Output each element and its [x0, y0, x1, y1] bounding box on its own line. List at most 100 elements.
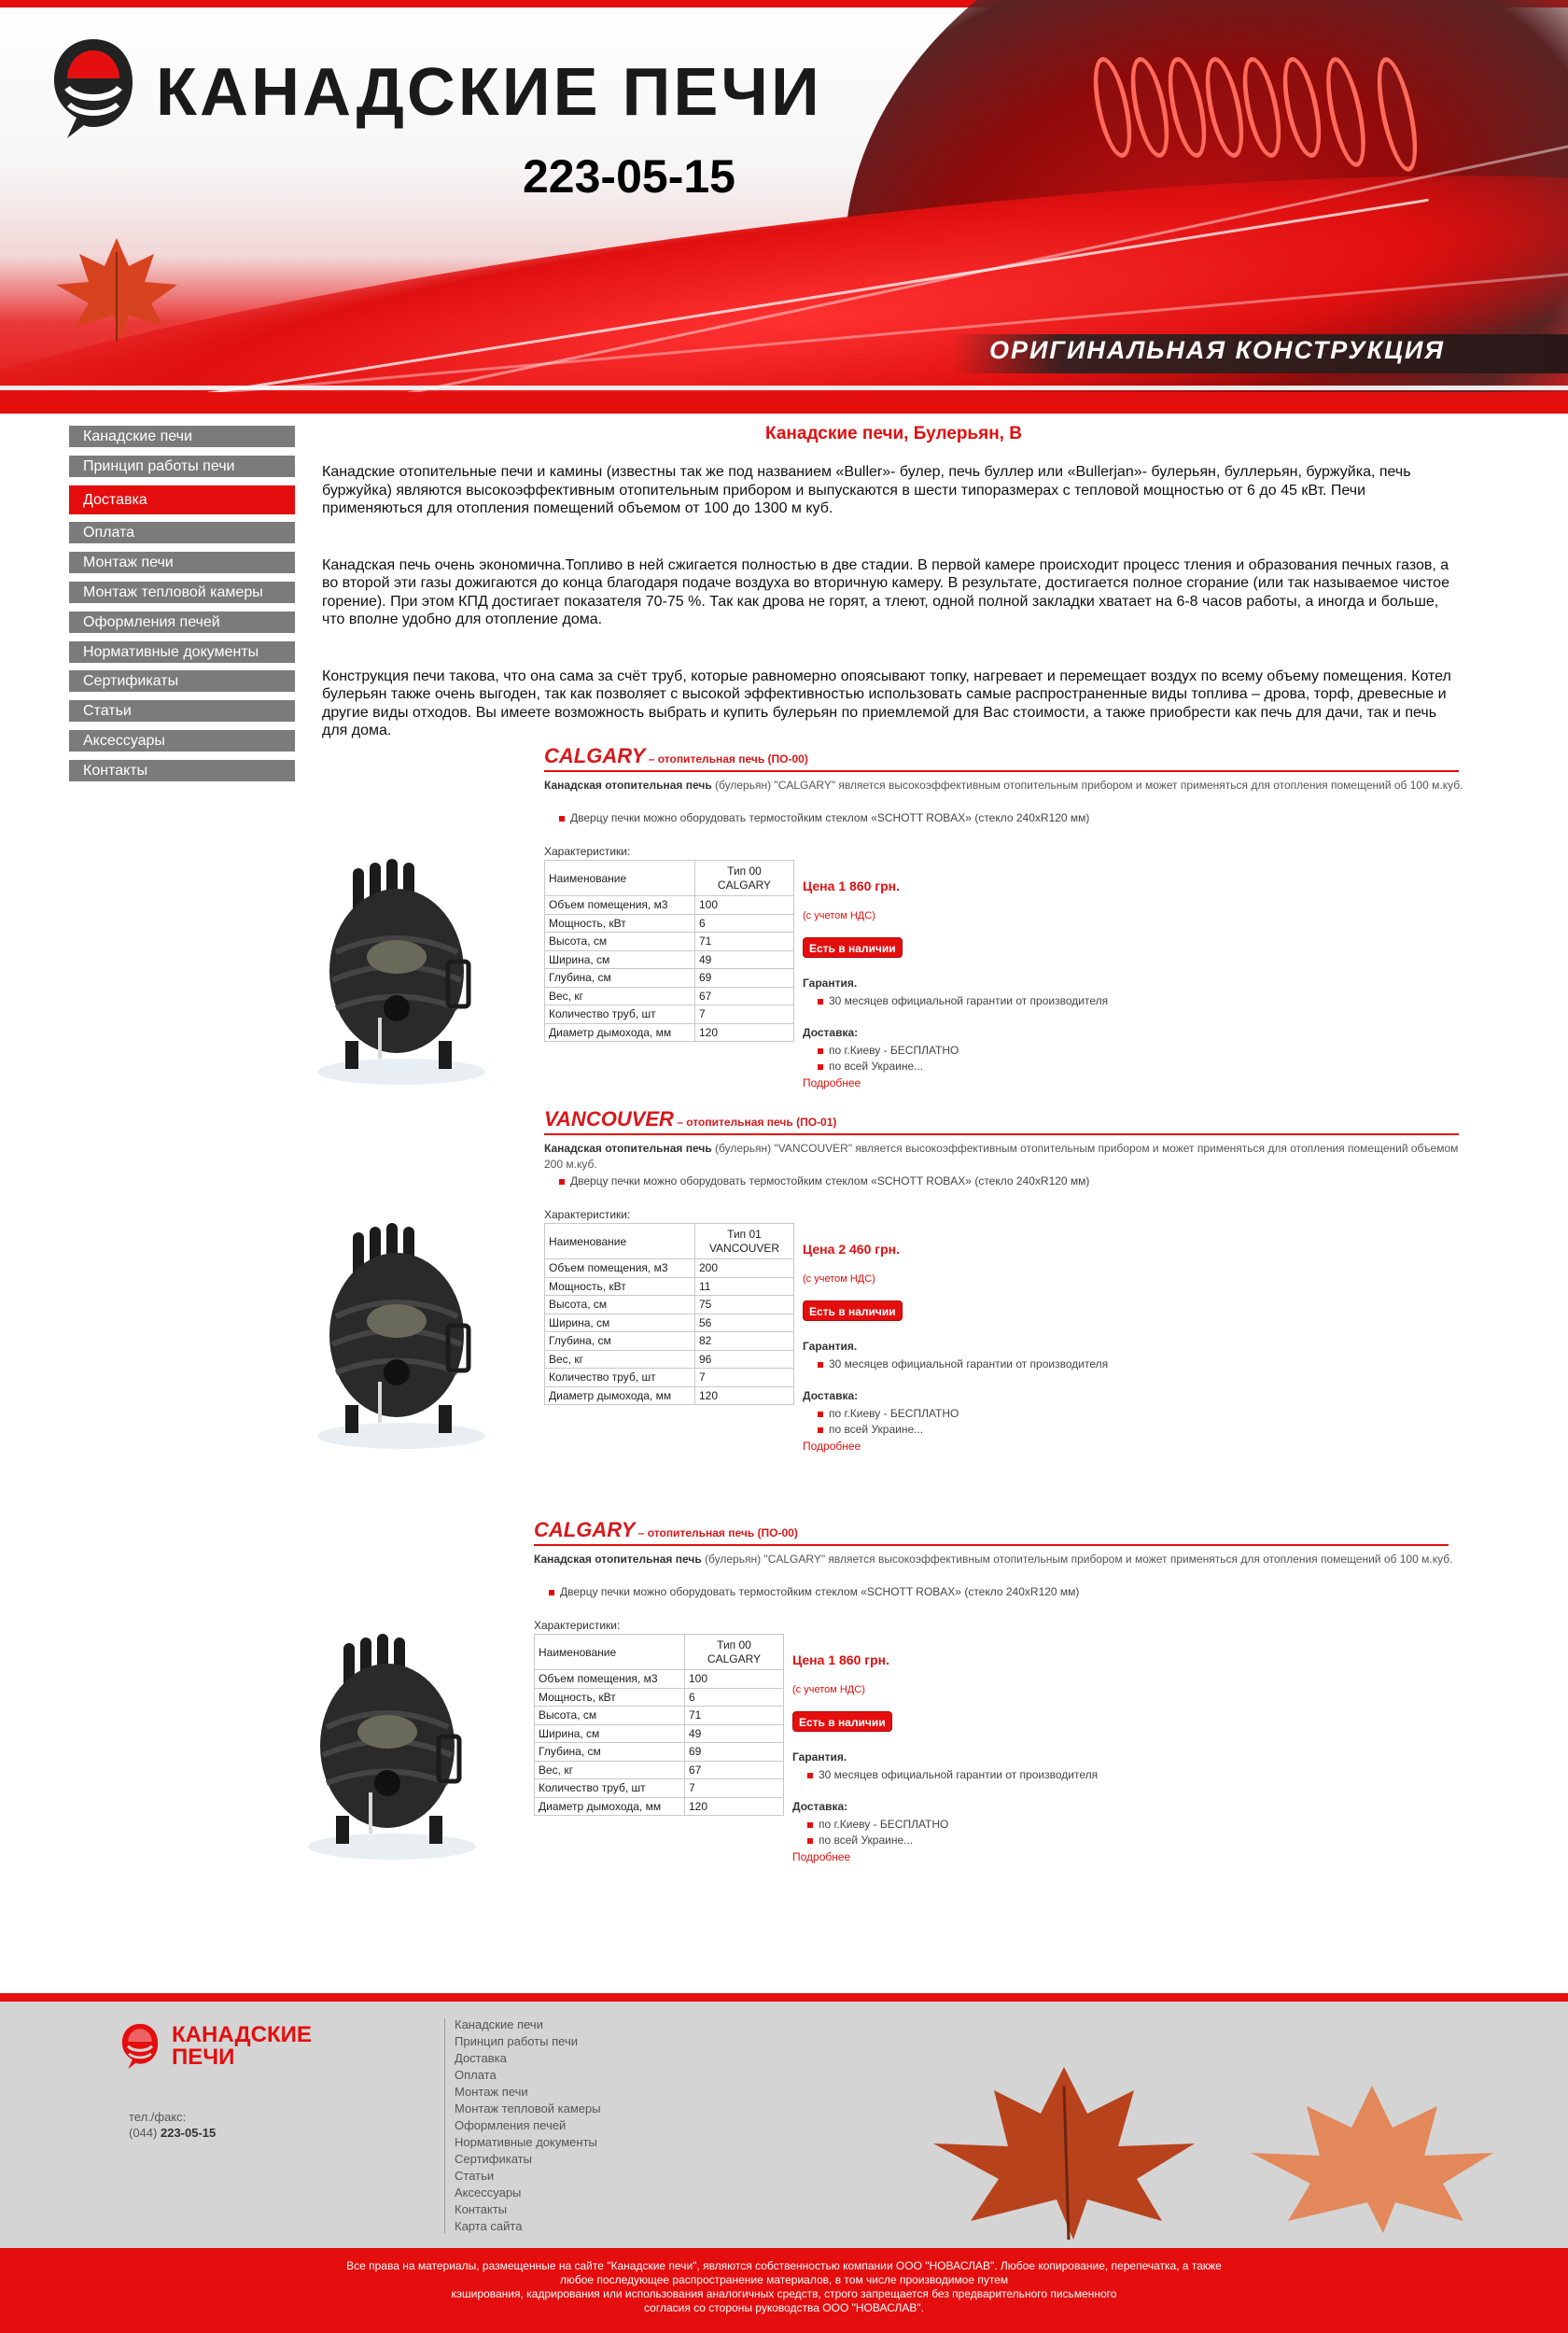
footer-link-montazh-pechi[interactable]: Монтаж печи: [455, 2084, 601, 2101]
footer-link-dostavka[interactable]: Доставка: [455, 2050, 601, 2067]
footer-maple-leaf-graphic: [1251, 2086, 1493, 2233]
in-stock-button[interactable]: Есть в наличии: [792, 1711, 892, 1732]
copyright-line: любое последующее распространение матери…: [559, 2273, 1009, 2286]
sidebar-item-dostavka[interactable]: Доставка: [69, 485, 295, 514]
sidebar-item-aksessuary[interactable]: Аксессуары: [69, 729, 295, 752]
product-description: Канадская отопительная печь (булерьян) "…: [544, 778, 1463, 794]
product-header: CALGARY – отопительная печь (ПО-00): [534, 1518, 1449, 1546]
delivery-item: по всей Украине...: [807, 1834, 913, 1847]
product-desc-rest: (булерьян) "CALGARY" является высокоэффе…: [701, 1553, 1453, 1566]
spec-row: Количество труб, шт 7: [544, 1368, 794, 1387]
delivery-text: по г.Киеву - БЕСПЛАТНО: [829, 1407, 959, 1420]
sidebar-item-oplata[interactable]: Оплата: [69, 522, 295, 544]
spec-value-cell: 120: [684, 1796, 784, 1816]
product-subtitle: – отопительная печь (ПО-00): [645, 752, 808, 766]
main-content: Канадские печи, Булерьян, В Канадские от…: [322, 420, 1465, 740]
warranty-label: Гарантия.: [792, 1750, 847, 1764]
in-stock-button[interactable]: Есть в наличии: [803, 937, 903, 958]
sidebar-item-sertifikaty[interactable]: Сертификаты: [69, 670, 295, 693]
in-stock-button[interactable]: Есть в наличии: [803, 1300, 903, 1321]
spec-name-cell: Объем помещения, м3: [544, 1258, 695, 1278]
product-desc-bold: Канадская отопительная печь: [534, 1553, 702, 1566]
warranty-text: 30 месяцев официальной гарантии от произ…: [829, 994, 1109, 1007]
sidebar-item-kanadskie-pechi[interactable]: Канадские печи: [69, 426, 295, 447]
footer-link-kanadskie-pechi[interactable]: Канадские печи: [455, 2017, 601, 2033]
product-name[interactable]: CALGARY: [534, 1518, 635, 1541]
spec-value-cell: 7: [694, 1368, 794, 1387]
spec-value-cell: 67: [694, 986, 794, 1005]
spec-value-cell: 71: [694, 932, 794, 951]
spec-value-cell: 7: [684, 1778, 784, 1798]
product-name[interactable]: VANCOUVER: [544, 1107, 674, 1131]
delivery-label: Доставка:: [803, 1026, 859, 1039]
delivery-text: по всей Украине...: [819, 1834, 914, 1847]
more-link[interactable]: Подробнее: [792, 1850, 850, 1863]
glass-note-text: Дверцу печки можно оборудовать термостой…: [570, 1174, 1090, 1188]
spec-value-cell: 67: [684, 1760, 784, 1779]
spec-row: Мощность, кВт 6: [544, 913, 794, 933]
bullet-icon: [818, 1047, 823, 1054]
stove-image[interactable]: [308, 850, 495, 1092]
footer-link-oplata[interactable]: Оплата: [455, 2067, 601, 2084]
spec-name-cell: Ширина, см: [544, 1313, 695, 1332]
spec-table: Наименование Тип 00 CALGARY Объем помеще…: [544, 860, 794, 1042]
spec-row: Количество труб, шт 7: [544, 1005, 794, 1024]
spec-value-cell: 82: [694, 1331, 794, 1351]
product-name[interactable]: CALGARY: [544, 744, 645, 767]
footer-link-princip-raboty[interactable]: Принцип работы печи: [455, 2033, 601, 2050]
footer-link-kontakty[interactable]: Контакты: [455, 2201, 601, 2218]
spec-row: Количество труб, шт 7: [534, 1778, 784, 1798]
site-footer: КАНАДСКИЕ ПЕЧИ тел./факс: (044) 223-05-1…: [0, 2002, 1568, 2248]
sidebar-item-montazh-kamery[interactable]: Монтаж тепловой камеры: [69, 581, 295, 603]
more-link[interactable]: Подробнее: [803, 1076, 861, 1089]
spec-row: Вес, кг 67: [534, 1760, 784, 1779]
spec-name-cell: Глубина, см: [534, 1742, 685, 1762]
spec-name-cell: Диаметр дымохода, мм: [534, 1796, 685, 1816]
spec-row: Ширина, см 56: [544, 1313, 794, 1332]
spec-row: Диаметр дымохода, мм 120: [534, 1796, 784, 1816]
footer-link-normativnye[interactable]: Нормативные документы: [455, 2134, 601, 2151]
sidebar-item-oformleniya[interactable]: Оформления печей: [69, 611, 295, 633]
delivery-item: по всей Украине...: [818, 1423, 923, 1436]
footer-divider: [444, 2018, 445, 2233]
bullet-icon: [807, 1772, 813, 1778]
more-link[interactable]: Подробнее: [803, 1440, 861, 1453]
spec-value-cell: 11: [694, 1276, 794, 1296]
warranty-item: 30 месяцев официальной гарантии от произ…: [807, 1768, 1098, 1781]
spec-row: Мощность, кВт 6: [534, 1687, 784, 1707]
sidebar-nav: Канадские печи Принцип работы печи Доста…: [69, 426, 295, 790]
footer-link-stati[interactable]: Статьи: [455, 2168, 601, 2185]
product-subtitle: – отопительная печь (ПО-00): [635, 1526, 798, 1539]
spec-row: Глубина, см 82: [544, 1331, 794, 1351]
spec-row: Объем помещения, м3 200: [544, 1258, 794, 1278]
footer-link-sertifikaty[interactable]: Сертификаты: [455, 2151, 601, 2168]
footer-links: Канадские печи Принцип работы печи Доста…: [455, 2017, 601, 2235]
footer-link-aksessuary[interactable]: Аксессуары: [455, 2185, 601, 2201]
characteristics-label: Характеристики:: [544, 845, 631, 858]
characteristics-label: Характеристики:: [544, 1208, 631, 1221]
footer-link-oformleniya[interactable]: Оформления печей: [455, 2117, 601, 2134]
spec-name-cell: Высота, см: [544, 1295, 695, 1314]
sidebar-item-stati[interactable]: Статьи: [69, 700, 295, 723]
bullet-icon: [807, 1821, 813, 1828]
bullet-icon: [818, 1411, 823, 1417]
sidebar-item-kontakty[interactable]: Контакты: [69, 759, 295, 781]
stove-image[interactable]: [299, 1624, 485, 1867]
stove-image[interactable]: [308, 1214, 495, 1456]
bullet-icon: [818, 1427, 823, 1433]
spec-table: Наименование Тип 00 CALGARY Объем помеще…: [534, 1634, 784, 1816]
sidebar-item-montazh-pechi[interactable]: Монтаж печи: [69, 552, 295, 574]
copyright-line: согласия со стороны руководства ООО "НОВ…: [644, 2301, 924, 2314]
glass-note-text: Дверцу печки можно оборудовать термостой…: [570, 811, 1090, 824]
intro-paragraph: Канадские отопительные печи и камины (из…: [322, 464, 1411, 516]
spec-name-cell: Вес, кг: [544, 986, 695, 1005]
spec-header-type: Тип 00 CALGARY: [684, 1634, 784, 1670]
sidebar-item-normativnye[interactable]: Нормативные документы: [69, 640, 295, 663]
spec-table-header: Наименование Тип 01 VANCOUVER: [544, 1223, 794, 1259]
logo-text: КАНАДСКИЕ ПЕЧИ: [156, 55, 822, 130]
sidebar-item-princip-raboty[interactable]: Принцип работы печи: [69, 455, 295, 477]
spec-row: Объем помещения, м3 100: [534, 1669, 784, 1689]
footer-link-karta-saita[interactable]: Карта сайта: [455, 2218, 601, 2235]
spec-table-header: Наименование Тип 00 CALGARY: [534, 1634, 784, 1670]
footer-link-montazh-kamery[interactable]: Монтаж тепловой камеры: [455, 2101, 601, 2117]
